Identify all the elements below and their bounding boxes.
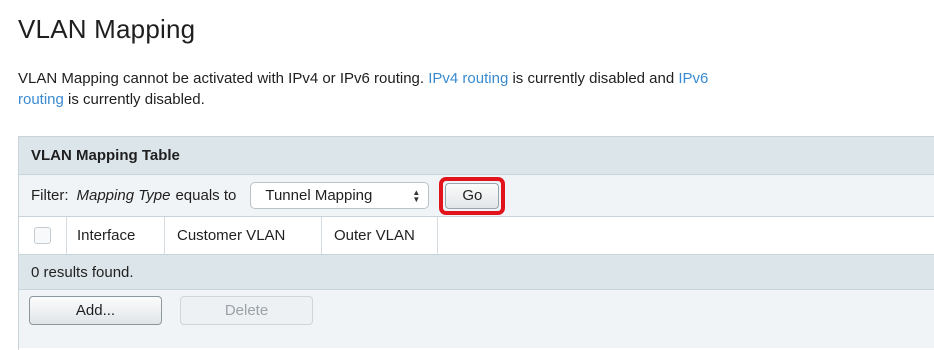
- column-header-outer-vlan[interactable]: Outer VLAN: [322, 217, 438, 254]
- go-button[interactable]: Go: [445, 182, 500, 209]
- notice-middle: is currently disabled and: [508, 70, 679, 87]
- column-header-customer-vlan[interactable]: Customer VLAN: [165, 217, 322, 254]
- page-title: VLAN Mapping: [18, 14, 196, 44]
- action-row: Add... Delete: [19, 290, 934, 348]
- mapping-type-select[interactable]: Tunnel Mapping ▲ ▼: [250, 182, 430, 209]
- notice-suffix: is currently disabled.: [63, 91, 205, 108]
- filter-label: Filter:: [31, 187, 69, 204]
- select-arrows-icon: ▲ ▼: [412, 187, 421, 204]
- filter-operator: equals to: [175, 187, 237, 204]
- table-title: VLAN Mapping Table: [19, 137, 934, 175]
- vlan-mapping-table: VLAN Mapping Table Filter: Mapping Type …: [18, 136, 934, 350]
- ipv4-routing-link[interactable]: IPv4 routing: [428, 70, 508, 87]
- delete-button[interactable]: Delete: [180, 296, 313, 325]
- notice-prefix: VLAN Mapping cannot be activated with IP…: [18, 70, 429, 87]
- go-button-highlight: Go: [439, 176, 506, 215]
- ipv6-link-part2[interactable]: routing: [18, 91, 64, 108]
- filter-field: Mapping Type: [76, 187, 171, 204]
- ipv6-link-part1[interactable]: IPv6: [678, 70, 708, 87]
- select-all-checkbox[interactable]: [34, 227, 51, 244]
- select-all-cell: [19, 217, 67, 254]
- routing-notice: VLAN Mapping cannot be activated with IP…: [18, 68, 928, 110]
- mapping-type-selected-value: Tunnel Mapping: [265, 187, 373, 204]
- results-count: 0 results found.: [19, 255, 934, 290]
- column-header-row: Interface Customer VLAN Outer VLAN: [19, 217, 934, 255]
- add-button[interactable]: Add...: [29, 296, 162, 325]
- column-header-interface[interactable]: Interface: [67, 217, 165, 254]
- filter-row: Filter: Mapping Type equals to Tunnel Ma…: [19, 175, 934, 217]
